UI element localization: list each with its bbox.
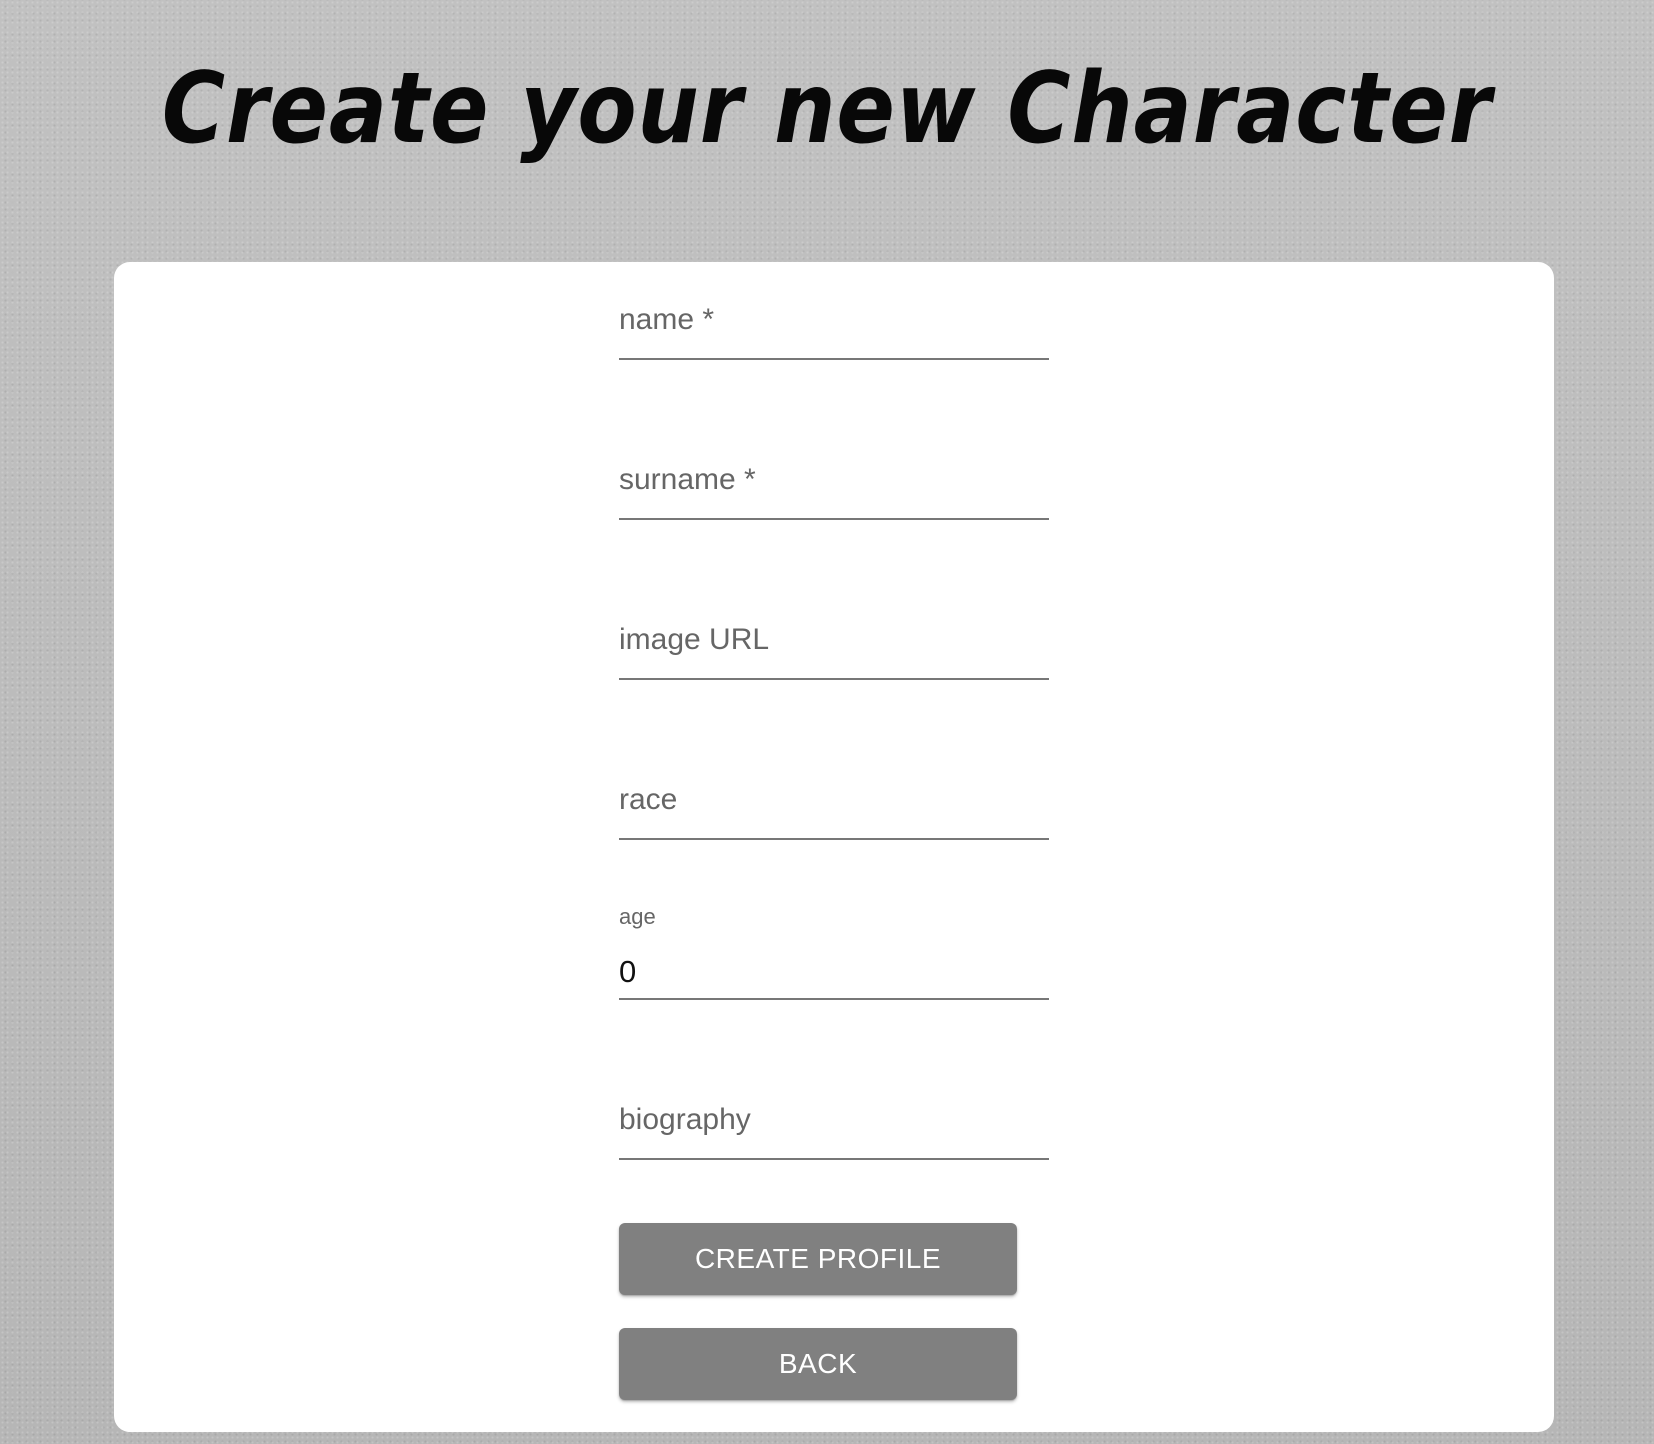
biography-field[interactable]: biography xyxy=(619,1096,1049,1160)
race-input[interactable] xyxy=(619,778,1049,838)
image-url-field[interactable]: image URL xyxy=(619,616,1049,680)
surname-field[interactable]: surname * xyxy=(619,456,1049,520)
age-value[interactable]: 0 xyxy=(619,956,636,987)
age-field[interactable]: age 0 xyxy=(619,900,1049,1000)
surname-input[interactable] xyxy=(619,458,1049,518)
character-form-card: name * surname * image URL race age 0 bi… xyxy=(114,262,1554,1432)
image-url-input[interactable] xyxy=(619,618,1049,678)
back-button[interactable]: BACK xyxy=(619,1328,1017,1400)
create-profile-button[interactable]: CREATE PROFILE xyxy=(619,1223,1017,1295)
name-input[interactable] xyxy=(619,298,1049,358)
age-field-label: age xyxy=(619,904,656,929)
name-field[interactable]: name * xyxy=(619,296,1049,360)
race-field[interactable]: race xyxy=(619,776,1049,840)
page-title: Create your new Character xyxy=(161,52,1493,166)
biography-input[interactable] xyxy=(619,1098,1049,1158)
